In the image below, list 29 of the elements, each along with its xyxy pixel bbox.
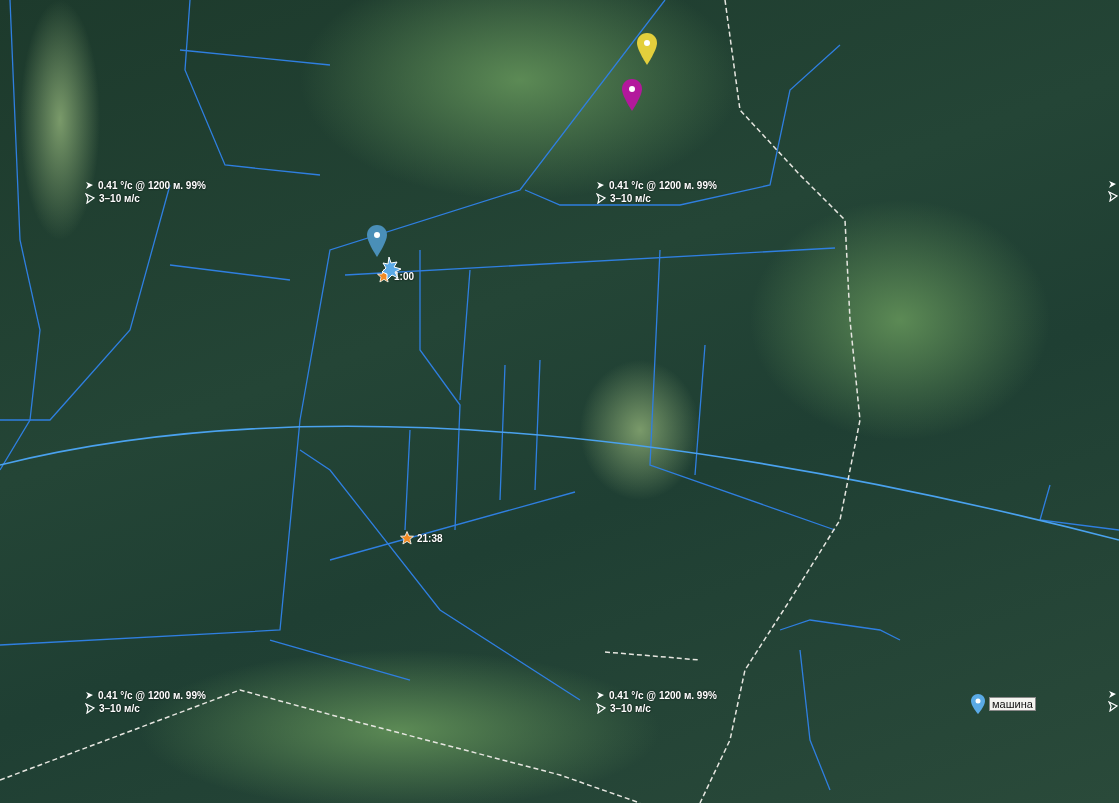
gust-arrow-icon [85,703,95,714]
wind-arrow-icon [1108,180,1117,189]
map-pin-icon[interactable] [366,224,388,258]
wind-arrow-icon [596,181,605,190]
wind-arrow-icon [596,691,605,700]
gust-reading: 3–10 м/с [610,703,651,714]
gust-reading: 3–10 м/с [99,703,140,714]
gust-reading: 3–10 м/с [99,193,140,204]
gust-arrow-icon [85,193,95,204]
gust-reading: 3–10 м/с [610,193,651,204]
gust-arrow-icon [1108,701,1118,712]
wind-reading: 0.41 °/c @ 1200 м. 99% [609,690,717,701]
gust-arrow-icon [596,703,606,714]
time-label: 1:00 [394,270,414,282]
wind-arrow-icon [85,181,94,190]
map-pin-icon[interactable] [636,32,658,66]
star-icon[interactable] [377,269,391,283]
time-label: 21:38 [417,532,443,544]
vehicle-label: машина [989,697,1036,711]
gust-arrow-icon [1108,191,1118,202]
wind-reading: 0.41 °/c @ 1200 м. 99% [98,180,206,191]
wind-reading: 0.41 °/c @ 1200 м. 99% [98,690,206,701]
map-pin-icon[interactable] [621,78,643,112]
map-pin-icon[interactable] [970,693,986,715]
wind-reading: 0.41 °/c @ 1200 м. 99% [609,180,717,191]
gust-arrow-icon [596,193,606,204]
wind-arrow-icon [1108,690,1117,699]
wind-arrow-icon [85,691,94,700]
star-icon[interactable] [400,531,414,545]
